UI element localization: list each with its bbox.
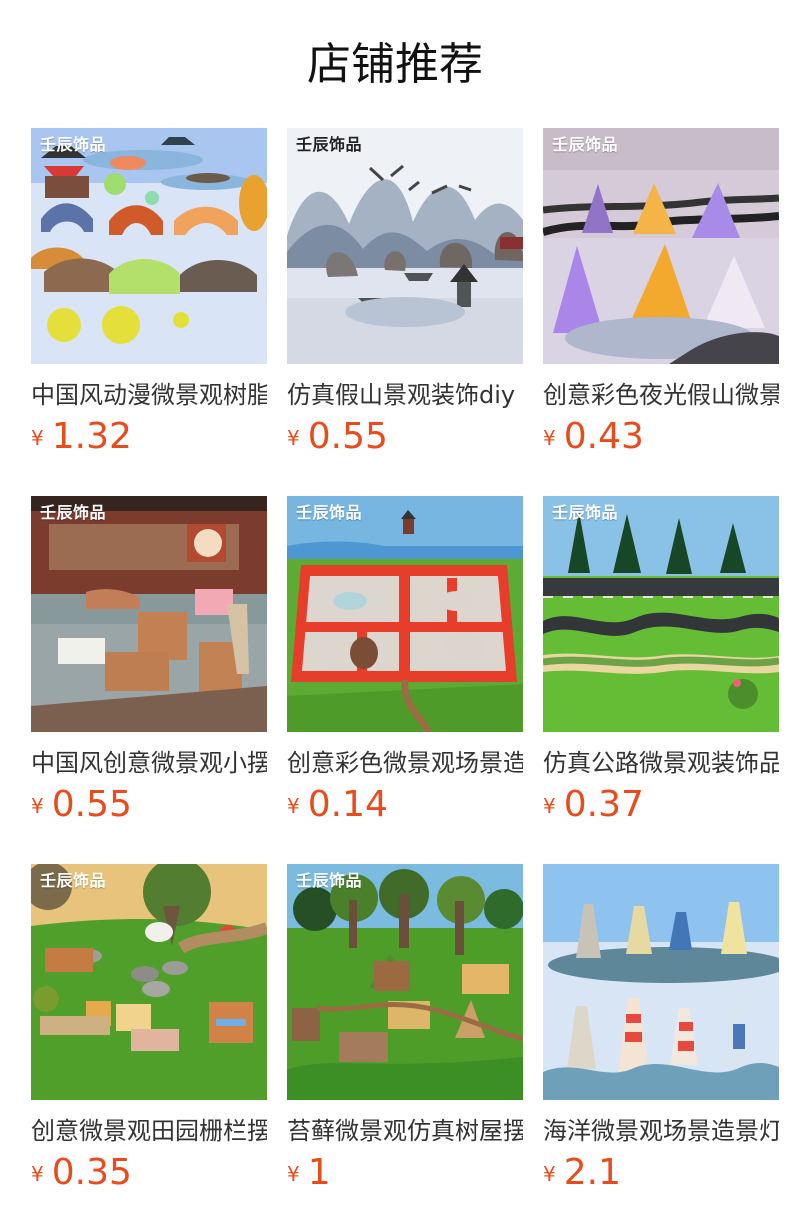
product-image-illustration <box>543 128 779 364</box>
product-card[interactable]: 壬辰饰品 苔藓微景观仿真树屋摆 ¥1 <box>287 864 523 1204</box>
product-price: ¥0.55 <box>31 783 132 827</box>
currency-symbol: ¥ <box>287 426 300 450</box>
currency-symbol: ¥ <box>287 1162 300 1186</box>
currency-symbol: ¥ <box>543 794 556 818</box>
product-price: ¥0.37 <box>543 783 644 827</box>
currency-symbol: ¥ <box>31 1162 44 1186</box>
product-price: ¥1 <box>287 1151 331 1195</box>
product-image[interactable]: 壬辰饰品 <box>31 128 267 364</box>
price-amount: 2.1 <box>563 1152 621 1193</box>
product-price: ¥0.35 <box>31 1151 132 1195</box>
product-card[interactable]: 壬辰饰品 创意微景观田园栅栏摆 ¥0.35 <box>31 864 267 1204</box>
product-card[interactable]: 壬辰饰品 中国风创意微景观小摆 ¥0.55 <box>31 496 267 836</box>
brand-logo: 壬辰饰品 <box>40 136 106 154</box>
price-amount: 0.55 <box>307 416 388 457</box>
product-card[interactable]: 壬辰饰品 中国风动漫微景观树脂 ¥1.32 <box>31 128 267 468</box>
brand-logo-text: 壬辰饰品 <box>552 135 619 154</box>
product-image-illustration <box>287 128 523 364</box>
brand-logo: 壬辰饰品 <box>40 872 106 890</box>
product-name[interactable]: 创意彩色微景观场景造 <box>287 748 523 778</box>
brand-logo: 壬辰饰品 <box>40 504 106 522</box>
product-image-illustration <box>543 864 779 1100</box>
product-image[interactable]: 壬辰饰品 <box>543 128 779 364</box>
product-name[interactable]: 海洋微景观场景造景灯 <box>543 1116 779 1146</box>
product-name[interactable]: 创意微景观田园栅栏摆 <box>31 1116 267 1146</box>
brand-logo-text: 壬辰饰品 <box>296 871 363 890</box>
product-image-illustration <box>31 496 267 732</box>
brand-logo: 壬辰饰品 <box>296 136 362 154</box>
product-price: ¥0.14 <box>287 783 388 827</box>
product-price: ¥0.43 <box>543 415 644 459</box>
brand-logo-text: 壬辰饰品 <box>552 503 619 522</box>
product-name[interactable]: 苔藓微景观仿真树屋摆 <box>287 1116 523 1146</box>
product-image-illustration <box>31 128 267 364</box>
product-card[interactable]: 海洋微景观场景造景灯 ¥2.1 <box>543 864 779 1204</box>
price-amount: 1 <box>307 1152 331 1193</box>
page-title: 店铺推荐 <box>307 39 483 90</box>
product-name[interactable]: 仿真公路微景观装饰品 <box>543 748 779 778</box>
product-image[interactable] <box>543 864 779 1100</box>
product-image-illustration <box>287 496 523 732</box>
brand-logo-text: 壬辰饰品 <box>40 871 107 890</box>
brand-logo-text: 壬辰饰品 <box>296 503 363 522</box>
product-image[interactable]: 壬辰饰品 <box>31 864 267 1100</box>
product-name[interactable]: 中国风创意微景观小摆 <box>31 748 267 778</box>
brand-logo-text: 壬辰饰品 <box>296 135 363 154</box>
currency-symbol: ¥ <box>543 426 556 450</box>
currency-symbol: ¥ <box>31 426 44 450</box>
product-image[interactable]: 壬辰饰品 <box>543 496 779 732</box>
product-image[interactable]: 壬辰饰品 <box>287 496 523 732</box>
product-card[interactable]: 壬辰饰品 创意彩色夜光假山微景 ¥0.43 <box>543 128 779 468</box>
product-card[interactable]: 壬辰饰品 仿真公路微景观装饰品 ¥0.37 <box>543 496 779 836</box>
product-image-illustration <box>31 864 267 1100</box>
product-image[interactable]: 壬辰饰品 <box>287 864 523 1100</box>
product-price: ¥2.1 <box>543 1151 621 1195</box>
brand-logo: 壬辰饰品 <box>296 504 362 522</box>
product-price: ¥0.55 <box>287 415 388 459</box>
product-image[interactable]: 壬辰饰品 <box>31 496 267 732</box>
brand-logo: 壬辰饰品 <box>296 872 362 890</box>
currency-symbol: ¥ <box>287 794 300 818</box>
brand-logo-text: 壬辰饰品 <box>40 503 107 522</box>
product-image-illustration <box>543 496 779 732</box>
price-amount: 0.37 <box>563 784 644 825</box>
product-price: ¥1.32 <box>31 415 132 459</box>
brand-logo: 壬辰饰品 <box>552 136 618 154</box>
currency-symbol: ¥ <box>31 794 44 818</box>
price-amount: 0.43 <box>563 416 644 457</box>
product-name[interactable]: 创意彩色夜光假山微景 <box>543 380 779 410</box>
currency-symbol: ¥ <box>543 1162 556 1186</box>
price-amount: 0.35 <box>51 1152 132 1193</box>
price-amount: 0.14 <box>307 784 388 825</box>
product-name[interactable]: 中国风动漫微景观树脂 <box>31 380 267 410</box>
product-card[interactable]: 壬辰饰品 仿真假山景观装饰diy ¥0.55 <box>287 128 523 468</box>
product-image[interactable]: 壬辰饰品 <box>287 128 523 364</box>
product-name[interactable]: 仿真假山景观装饰diy <box>287 380 523 410</box>
product-image-illustration <box>287 864 523 1100</box>
product-card[interactable]: 壬辰饰品 创意彩色微景观场景造 ¥0.14 <box>287 496 523 836</box>
brand-logo: 壬辰饰品 <box>552 504 618 522</box>
brand-logo-text: 壬辰饰品 <box>40 135 107 154</box>
price-amount: 1.32 <box>51 416 132 457</box>
price-amount: 0.55 <box>51 784 132 825</box>
